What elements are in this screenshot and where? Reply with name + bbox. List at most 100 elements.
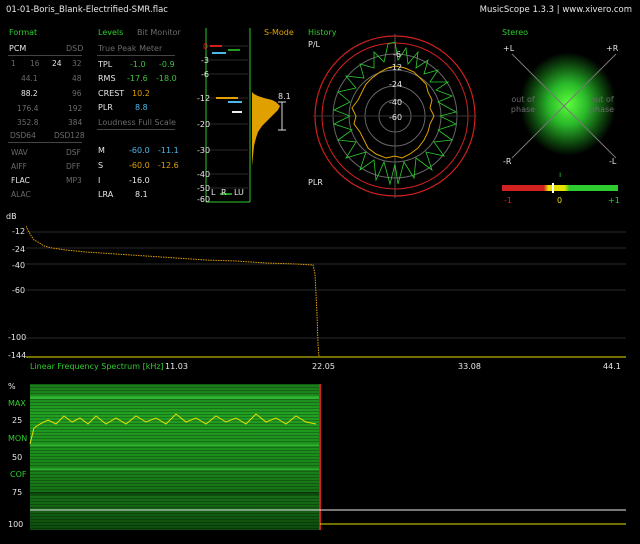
smode-tick-40: -40 — [197, 170, 211, 179]
ring-60: -60 — [389, 113, 403, 122]
rate-192: 192 — [68, 104, 83, 113]
spectrum-x-44: 44.1 — [603, 362, 621, 371]
bit-monitor-label: Bit Monitor — [137, 28, 181, 37]
correlation-bar — [502, 185, 618, 191]
file-mp3: MP3 — [66, 176, 82, 185]
smode-tick-20: -20 — [197, 120, 211, 129]
spectrum-x-label: Linear Frequency Spectrum [kHz] — [30, 362, 164, 371]
stereo-title: Stereo — [502, 28, 529, 37]
correlation-marker — [552, 183, 554, 193]
dsd128-label: DSD128 — [54, 131, 85, 140]
out-of-phase-right: out of phase — [589, 95, 615, 114]
bitdepth-16: 16 — [30, 59, 40, 68]
lra-label: LRA — [98, 190, 114, 199]
file-flac: FLAC — [11, 176, 30, 185]
spectrum-x-11: 11.03 — [165, 362, 188, 371]
rate-384: 384 — [68, 118, 83, 127]
dsd64-label: DSD64 — [10, 131, 36, 140]
rate-88: 88.2 — [21, 89, 38, 98]
spectrum-plot — [26, 225, 626, 358]
bitdepth-1: 1 — [11, 59, 16, 68]
format-divider-2 — [8, 142, 82, 143]
loudness-title: Loudness Full Scale — [98, 118, 176, 127]
ring-12: -12 — [389, 63, 403, 72]
smode-tick-6: -6 — [201, 70, 209, 79]
bitdepth-32: 32 — [72, 59, 82, 68]
spectrum-x-22: 22.05 — [312, 362, 335, 371]
i-label: I — [98, 176, 101, 185]
smode-tick-3: -3 — [201, 56, 209, 65]
smode-legend-l: L — [211, 188, 216, 197]
spectrum-y-12: -12 — [12, 227, 26, 236]
rate-44: 44.1 — [21, 74, 38, 83]
spectrogram-y-50: 50 — [12, 453, 23, 462]
rate-352: 352.8 — [17, 118, 39, 127]
spectrogram-y-pct: % — [8, 382, 16, 391]
spectrum-y-40: -40 — [12, 261, 26, 270]
app-info: MusicScope 1.3.3 | www.xivero.com — [479, 5, 632, 15]
tpl-right: -0.9 — [159, 60, 175, 69]
spectrogram-y-100: 100 — [8, 520, 24, 529]
spectrogram-y-75: 75 — [12, 488, 23, 497]
spectrogram-plot — [29, 384, 626, 530]
smode-tick-30: -30 — [197, 146, 211, 155]
file-aiff: AIFF — [11, 162, 27, 171]
spectrogram-y-cof: COF — [10, 470, 27, 479]
m-left: -60.0 — [129, 146, 150, 155]
smode-legend-r: R — [221, 188, 227, 197]
tpl-left: -1.0 — [130, 60, 146, 69]
smode-tick-60: -60 — [197, 195, 211, 204]
file-title: 01-01-Boris_Blank-Electrified-SMR.flac — [6, 5, 168, 15]
ring-40: -40 — [389, 98, 403, 107]
smode-tick-0: 0 — [203, 42, 209, 51]
spectrogram-y-mon: MON — [8, 434, 28, 443]
rms-right: -18.0 — [156, 74, 177, 83]
crest-value: 10.2 — [132, 89, 150, 98]
format-title: Format — [9, 28, 38, 37]
rms-left: -17.6 — [127, 74, 148, 83]
spectrogram-y-25: 25 — [12, 416, 23, 425]
s-label: S — [98, 161, 104, 170]
corr-scale-min: -1 — [504, 196, 512, 205]
ring-6: -6 — [393, 50, 401, 59]
rate-96: 96 — [72, 89, 82, 98]
tpl-label: TPL — [98, 60, 113, 69]
i-value: -16.0 — [129, 176, 150, 185]
file-wav: WAV — [11, 148, 28, 157]
levels-title: Levels — [98, 28, 124, 37]
spectrum-y-100: -100 — [8, 333, 27, 342]
dsd-label: DSD — [66, 44, 84, 53]
spectrum-db-label: dB — [6, 212, 17, 221]
m-right: -11.1 — [158, 146, 179, 155]
out-of-phase-left: out of phase — [510, 95, 536, 114]
spectrum-y-24: -24 — [12, 245, 26, 254]
rate-48: 48 — [72, 74, 82, 83]
rms-label: RMS — [98, 74, 116, 83]
smode-tick-12: -12 — [197, 94, 211, 103]
ring-24: -24 — [389, 80, 403, 89]
spectrum-y-144: -144 — [8, 351, 27, 360]
crest-label: CREST — [98, 89, 125, 98]
corr-scale-max: +1 — [608, 196, 620, 205]
file-dff: DFF — [66, 162, 81, 171]
spectrogram-y-max: MAX — [8, 399, 26, 408]
smode-meter — [205, 28, 286, 203]
corr-indicator: ı — [559, 170, 562, 179]
rate-176: 176.4 — [17, 104, 39, 113]
loudness-divider — [97, 129, 175, 130]
smode-legend-lu: LU — [234, 188, 244, 197]
m-label: M — [98, 146, 105, 155]
bitdepth-24: 24 — [52, 59, 62, 68]
levels-divider — [97, 55, 175, 56]
file-alac: ALAC — [11, 190, 31, 199]
s-left: -60.0 — [129, 161, 150, 170]
s-right: -12.6 — [158, 161, 179, 170]
spectrum-y-60: -60 — [12, 286, 26, 295]
corr-scale-zero: 0 — [557, 196, 563, 205]
spectrum-x-33: 33.08 — [458, 362, 481, 371]
smode-tick-50: -50 — [197, 184, 211, 193]
pcm-label: PCM — [9, 44, 27, 53]
file-dsf: DSF — [66, 148, 81, 157]
plr-value: 8.8 — [135, 103, 148, 112]
format-divider — [8, 55, 82, 56]
